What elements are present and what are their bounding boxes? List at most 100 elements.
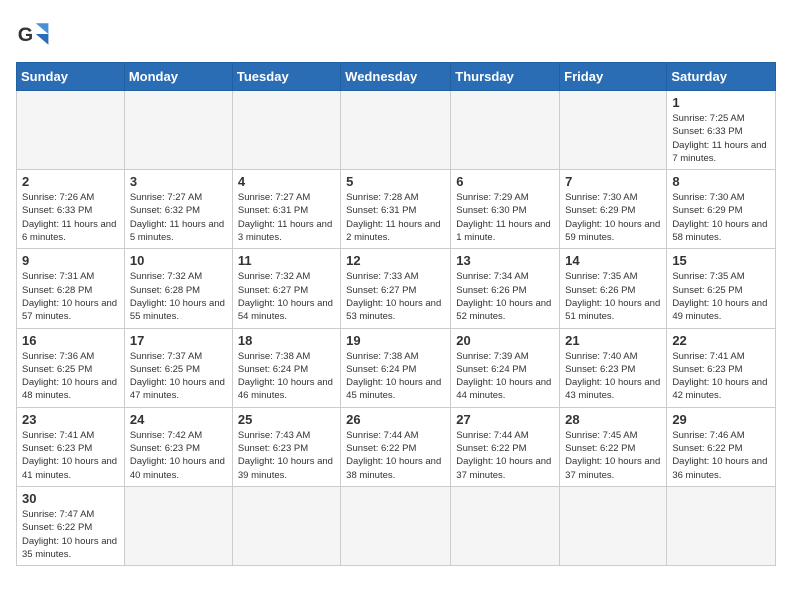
calendar-cell bbox=[341, 486, 451, 565]
day-number: 6 bbox=[456, 174, 554, 189]
day-number: 27 bbox=[456, 412, 554, 427]
calendar-cell: 1 Sunrise: 7:25 AMSunset: 6:33 PMDaylight… bbox=[667, 91, 776, 170]
calendar-cell: 2 Sunrise: 7:26 AMSunset: 6:33 PMDaylight… bbox=[17, 170, 125, 249]
calendar-cell: 29 Sunrise: 7:46 AMSunset: 6:22 PMDayligh… bbox=[667, 407, 776, 486]
day-number: 11 bbox=[238, 253, 335, 268]
day-number: 2 bbox=[22, 174, 119, 189]
day-number: 7 bbox=[565, 174, 661, 189]
day-info: Sunrise: 7:41 AMSunset: 6:23 PMDaylight:… bbox=[22, 429, 119, 482]
calendar-cell: 20 Sunrise: 7:39 AMSunset: 6:24 PMDayligh… bbox=[451, 328, 560, 407]
calendar-cell: 25Sunrise: 7:43 AMSunset: 6:23 PMDayligh… bbox=[232, 407, 340, 486]
day-info: Sunrise: 7:28 AMSunset: 6:31 PMDaylight:… bbox=[346, 191, 445, 244]
calendar-week-1: 2 Sunrise: 7:26 AMSunset: 6:33 PMDaylight… bbox=[17, 170, 776, 249]
calendar-cell: 14 Sunrise: 7:35 AMSunset: 6:26 PMDayligh… bbox=[560, 249, 667, 328]
calendar-cell: 6 Sunrise: 7:29 AMSunset: 6:30 PMDaylight… bbox=[451, 170, 560, 249]
calendar-cell: 7Sunrise: 7:30 AMSunset: 6:29 PMDaylight… bbox=[560, 170, 667, 249]
calendar-cell bbox=[124, 91, 232, 170]
day-info: Sunrise: 7:31 AMSunset: 6:28 PMDaylight:… bbox=[22, 270, 119, 323]
day-number: 8 bbox=[672, 174, 770, 189]
day-info: Sunrise: 7:34 AMSunset: 6:26 PMDaylight:… bbox=[456, 270, 554, 323]
calendar-cell: 24 Sunrise: 7:42 AMSunset: 6:23 PMDayligh… bbox=[124, 407, 232, 486]
day-info: Sunrise: 7:25 AMSunset: 6:33 PMDaylight:… bbox=[672, 112, 770, 165]
calendar-cell bbox=[451, 486, 560, 565]
calendar-cell: 18 Sunrise: 7:38 AMSunset: 6:24 PMDayligh… bbox=[232, 328, 340, 407]
day-info: Sunrise: 7:42 AMSunset: 6:23 PMDaylight:… bbox=[130, 429, 227, 482]
day-number: 24 bbox=[130, 412, 227, 427]
calendar-cell: 15 Sunrise: 7:35 AMSunset: 6:25 PMDayligh… bbox=[667, 249, 776, 328]
calendar-cell bbox=[232, 91, 340, 170]
day-number: 26 bbox=[346, 412, 445, 427]
calendar-cell bbox=[560, 486, 667, 565]
calendar-week-3: 16Sunrise: 7:36 AMSunset: 6:25 PMDayligh… bbox=[17, 328, 776, 407]
day-number: 10 bbox=[130, 253, 227, 268]
calendar-header: SundayMondayTuesdayWednesdayThursdayFrid… bbox=[17, 63, 776, 91]
day-info: Sunrise: 7:38 AMSunset: 6:24 PMDaylight:… bbox=[238, 350, 335, 403]
day-info: Sunrise: 7:47 AMSunset: 6:22 PMDaylight:… bbox=[22, 508, 119, 561]
calendar-cell: 4 Sunrise: 7:27 AMSunset: 6:31 PMDaylight… bbox=[232, 170, 340, 249]
day-info: Sunrise: 7:26 AMSunset: 6:33 PMDaylight:… bbox=[22, 191, 119, 244]
day-info: Sunrise: 7:27 AMSunset: 6:32 PMDaylight:… bbox=[130, 191, 227, 244]
calendar-cell: 12Sunrise: 7:33 AMSunset: 6:27 PMDayligh… bbox=[341, 249, 451, 328]
calendar-cell bbox=[341, 91, 451, 170]
weekday-header-wednesday: Wednesday bbox=[341, 63, 451, 91]
day-number: 25 bbox=[238, 412, 335, 427]
page: G SundayMondayTuesdayWednesdayThursdayFr… bbox=[0, 0, 792, 574]
day-info: Sunrise: 7:35 AMSunset: 6:25 PMDaylight:… bbox=[672, 270, 770, 323]
calendar-cell: 16Sunrise: 7:36 AMSunset: 6:25 PMDayligh… bbox=[17, 328, 125, 407]
weekday-header-tuesday: Tuesday bbox=[232, 63, 340, 91]
day-info: Sunrise: 7:37 AMSunset: 6:25 PMDaylight:… bbox=[130, 350, 227, 403]
day-info: Sunrise: 7:27 AMSunset: 6:31 PMDaylight:… bbox=[238, 191, 335, 244]
day-number: 5 bbox=[346, 174, 445, 189]
day-number: 4 bbox=[238, 174, 335, 189]
logo: G bbox=[16, 16, 58, 52]
calendar-cell: 13 Sunrise: 7:34 AMSunset: 6:26 PMDayligh… bbox=[451, 249, 560, 328]
calendar-cell: 23Sunrise: 7:41 AMSunset: 6:23 PMDayligh… bbox=[17, 407, 125, 486]
calendar-cell: 11 Sunrise: 7:32 AMSunset: 6:27 PMDayligh… bbox=[232, 249, 340, 328]
day-number: 18 bbox=[238, 333, 335, 348]
calendar-cell: 26 Sunrise: 7:44 AMSunset: 6:22 PMDayligh… bbox=[341, 407, 451, 486]
calendar-week-2: 9Sunrise: 7:31 AMSunset: 6:28 PMDaylight… bbox=[17, 249, 776, 328]
day-number: 28 bbox=[565, 412, 661, 427]
day-info: Sunrise: 7:39 AMSunset: 6:24 PMDaylight:… bbox=[456, 350, 554, 403]
day-info: Sunrise: 7:44 AMSunset: 6:22 PMDaylight:… bbox=[346, 429, 445, 482]
calendar-week-5: 30 Sunrise: 7:47 AMSunset: 6:22 PMDayligh… bbox=[17, 486, 776, 565]
day-number: 15 bbox=[672, 253, 770, 268]
day-number: 19 bbox=[346, 333, 445, 348]
header: G bbox=[16, 16, 776, 52]
day-info: Sunrise: 7:29 AMSunset: 6:30 PMDaylight:… bbox=[456, 191, 554, 244]
day-number: 16 bbox=[22, 333, 119, 348]
calendar-cell bbox=[451, 91, 560, 170]
weekday-header-saturday: Saturday bbox=[667, 63, 776, 91]
day-number: 1 bbox=[672, 95, 770, 110]
calendar: SundayMondayTuesdayWednesdayThursdayFrid… bbox=[16, 62, 776, 566]
calendar-cell bbox=[560, 91, 667, 170]
day-number: 17 bbox=[130, 333, 227, 348]
day-number: 20 bbox=[456, 333, 554, 348]
day-info: Sunrise: 7:35 AMSunset: 6:26 PMDaylight:… bbox=[565, 270, 661, 323]
day-number: 13 bbox=[456, 253, 554, 268]
day-info: Sunrise: 7:41 AMSunset: 6:23 PMDaylight:… bbox=[672, 350, 770, 403]
day-info: Sunrise: 7:46 AMSunset: 6:22 PMDaylight:… bbox=[672, 429, 770, 482]
calendar-cell: 10Sunrise: 7:32 AMSunset: 6:28 PMDayligh… bbox=[124, 249, 232, 328]
weekday-header-sunday: Sunday bbox=[17, 63, 125, 91]
calendar-cell: 21Sunrise: 7:40 AMSunset: 6:23 PMDayligh… bbox=[560, 328, 667, 407]
weekday-row: SundayMondayTuesdayWednesdayThursdayFrid… bbox=[17, 63, 776, 91]
day-number: 30 bbox=[22, 491, 119, 506]
calendar-cell bbox=[124, 486, 232, 565]
calendar-cell: 28 Sunrise: 7:45 AMSunset: 6:22 PMDayligh… bbox=[560, 407, 667, 486]
weekday-header-thursday: Thursday bbox=[451, 63, 560, 91]
day-number: 29 bbox=[672, 412, 770, 427]
svg-text:G: G bbox=[18, 24, 33, 46]
day-number: 21 bbox=[565, 333, 661, 348]
day-info: Sunrise: 7:32 AMSunset: 6:27 PMDaylight:… bbox=[238, 270, 335, 323]
calendar-cell: 5 Sunrise: 7:28 AMSunset: 6:31 PMDaylight… bbox=[341, 170, 451, 249]
calendar-cell: 27Sunrise: 7:44 AMSunset: 6:22 PMDayligh… bbox=[451, 407, 560, 486]
day-number: 14 bbox=[565, 253, 661, 268]
calendar-cell: 3Sunrise: 7:27 AMSunset: 6:32 PMDaylight… bbox=[124, 170, 232, 249]
calendar-body: 1 Sunrise: 7:25 AMSunset: 6:33 PMDaylight… bbox=[17, 91, 776, 566]
calendar-cell bbox=[232, 486, 340, 565]
calendar-cell: 19 Sunrise: 7:38 AMSunset: 6:24 PMDayligh… bbox=[341, 328, 451, 407]
day-info: Sunrise: 7:45 AMSunset: 6:22 PMDaylight:… bbox=[565, 429, 661, 482]
day-info: Sunrise: 7:38 AMSunset: 6:24 PMDaylight:… bbox=[346, 350, 445, 403]
calendar-cell: 17 Sunrise: 7:37 AMSunset: 6:25 PMDayligh… bbox=[124, 328, 232, 407]
